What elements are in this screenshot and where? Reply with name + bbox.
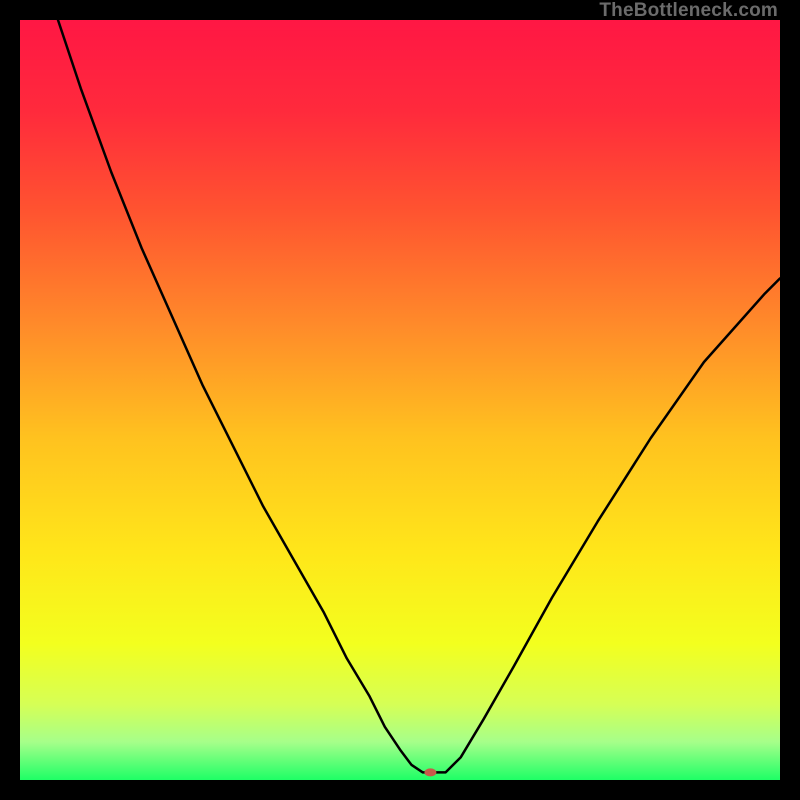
- watermark-text: TheBottleneck.com: [599, 0, 778, 22]
- chart-svg: [20, 20, 780, 780]
- chart-container: TheBottleneck.com: [0, 0, 800, 800]
- plot-area: [20, 20, 780, 780]
- gradient-background: [20, 20, 780, 780]
- current-point-marker: [424, 768, 436, 776]
